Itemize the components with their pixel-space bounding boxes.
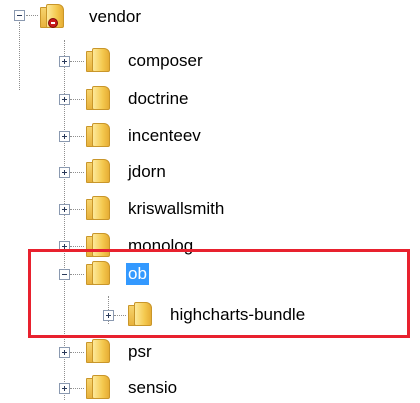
tree-node-label[interactable]: composer (126, 50, 205, 72)
tree-node-label[interactable]: vendor (87, 6, 143, 28)
tree-guide-line (70, 352, 84, 353)
tree-node-label[interactable]: jdorn (126, 161, 168, 183)
expand-doctrine-button[interactable] (59, 94, 70, 105)
collapse-vendor-button[interactable] (14, 10, 25, 21)
tree-guide-line (26, 15, 38, 16)
tree-guide-line (70, 99, 84, 100)
tree-guide-line (70, 61, 84, 62)
tree-node-label[interactable]: incenteev (126, 125, 203, 147)
tree-guide-line (70, 388, 84, 389)
tree-node-label[interactable]: monolog (126, 235, 195, 257)
folder-icon (84, 48, 112, 74)
tree-node-label-selected[interactable]: ob (126, 263, 149, 285)
tree-node-label[interactable]: doctrine (126, 88, 190, 110)
tree-guide-line (19, 22, 20, 90)
expand-psr-button[interactable] (59, 347, 70, 358)
tree-guide-line (70, 274, 84, 275)
expand-incenteev-button[interactable] (59, 131, 70, 142)
folder-with-error-badge-icon (38, 4, 66, 30)
folder-icon (84, 123, 112, 149)
expand-sensio-button[interactable] (59, 383, 70, 394)
folder-icon (84, 233, 112, 259)
tree-guide-line (70, 209, 84, 210)
expand-jdorn-button[interactable] (59, 167, 70, 178)
folder-icon (84, 86, 112, 112)
tree-guide-line (70, 136, 84, 137)
folder-icon (84, 261, 112, 287)
tree-guide-line (114, 315, 126, 316)
folder-icon (84, 159, 112, 185)
tree-guide-line (70, 172, 84, 173)
folder-icon (84, 339, 112, 365)
collapse-ob-button[interactable] (59, 269, 70, 280)
expand-monolog-button[interactable] (59, 241, 70, 252)
tree-node-label[interactable]: psr (126, 341, 154, 363)
expand-highcharts-bundle-button[interactable] (103, 310, 114, 321)
tree-guide-line (70, 246, 84, 247)
expand-composer-button[interactable] (59, 56, 70, 67)
folder-tree: vendor composer doctrine incenteev jdorn (0, 0, 420, 403)
tree-node-label[interactable]: sensio (126, 377, 179, 399)
folder-icon (84, 196, 112, 222)
folder-icon (126, 302, 154, 328)
tree-node-label[interactable]: kriswallsmith (126, 198, 226, 220)
tree-node-label[interactable]: highcharts-bundle (168, 304, 307, 326)
folder-icon (84, 375, 112, 401)
expand-kriswallsmith-button[interactable] (59, 204, 70, 215)
